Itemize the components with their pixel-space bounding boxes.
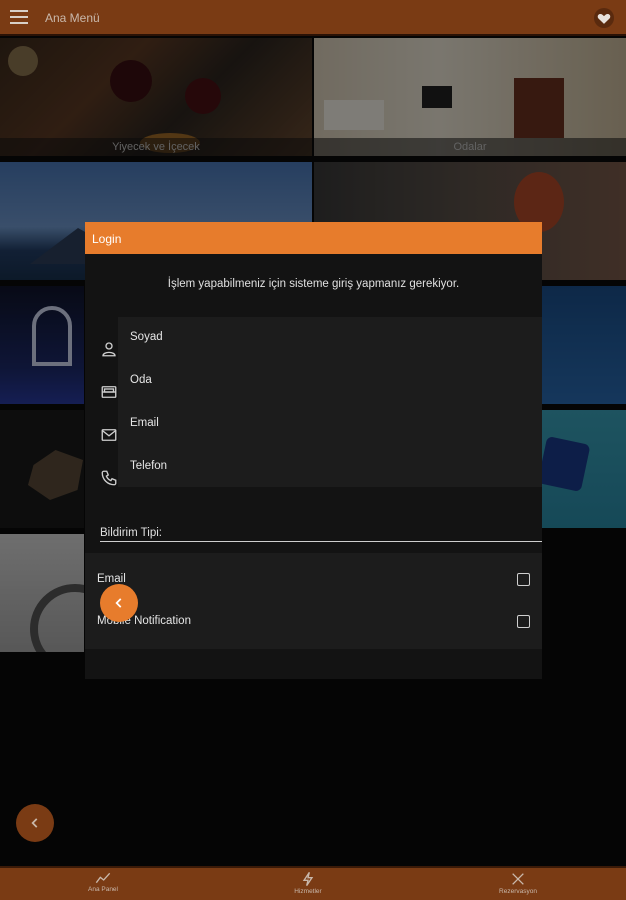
bed-icon	[101, 386, 117, 398]
app-bar: Ana Menü	[0, 0, 626, 36]
back-button-secondary[interactable]	[16, 804, 54, 842]
lightning-icon	[302, 871, 314, 887]
utensils-icon	[512, 873, 524, 885]
login-dialog: Login İşlem yapabilmeniz için sisteme gi…	[85, 222, 542, 679]
app-title: Ana Menü	[45, 11, 100, 25]
chart-line-icon	[95, 872, 111, 884]
envelope-icon	[101, 429, 117, 441]
login-fields: Soyad Oda Email Telefon	[118, 317, 542, 487]
hamburger-icon[interactable]	[10, 10, 28, 26]
nav-hizmetler[interactable]: Hizmetler	[268, 868, 348, 900]
dialog-message: İşlem yapabilmeniz için sisteme giriş ya…	[167, 278, 460, 290]
heart-icon[interactable]	[594, 8, 614, 28]
room-field[interactable]: Oda	[130, 374, 530, 386]
bottom-nav: Ana Panel Hizmetler Rezervasyon	[0, 866, 626, 900]
nav-rezervasyon[interactable]: Rezervasyon	[478, 868, 558, 900]
back-button[interactable]	[100, 584, 138, 622]
notification-type-label: Bildirim Tipi:	[100, 527, 542, 542]
person-icon	[102, 342, 116, 357]
notification-options: Email Mobile Notification	[85, 553, 542, 649]
chevron-left-icon	[31, 818, 38, 828]
dialog-title: Login	[85, 222, 542, 254]
chevron-left-icon	[115, 598, 122, 608]
nav-label: Rezervasyon	[499, 888, 537, 895]
nav-ana-panel[interactable]: Ana Panel	[63, 868, 143, 900]
phone-icon	[101, 470, 117, 486]
surname-field[interactable]: Soyad	[130, 331, 530, 343]
nav-label: Hizmetler	[294, 888, 322, 895]
email-field[interactable]: Email	[130, 417, 530, 429]
phone-field[interactable]: Telefon	[130, 460, 530, 472]
nav-label: Ana Panel	[88, 886, 118, 893]
mobile-notification-checkbox[interactable]	[517, 615, 530, 628]
email-checkbox[interactable]	[517, 573, 530, 586]
